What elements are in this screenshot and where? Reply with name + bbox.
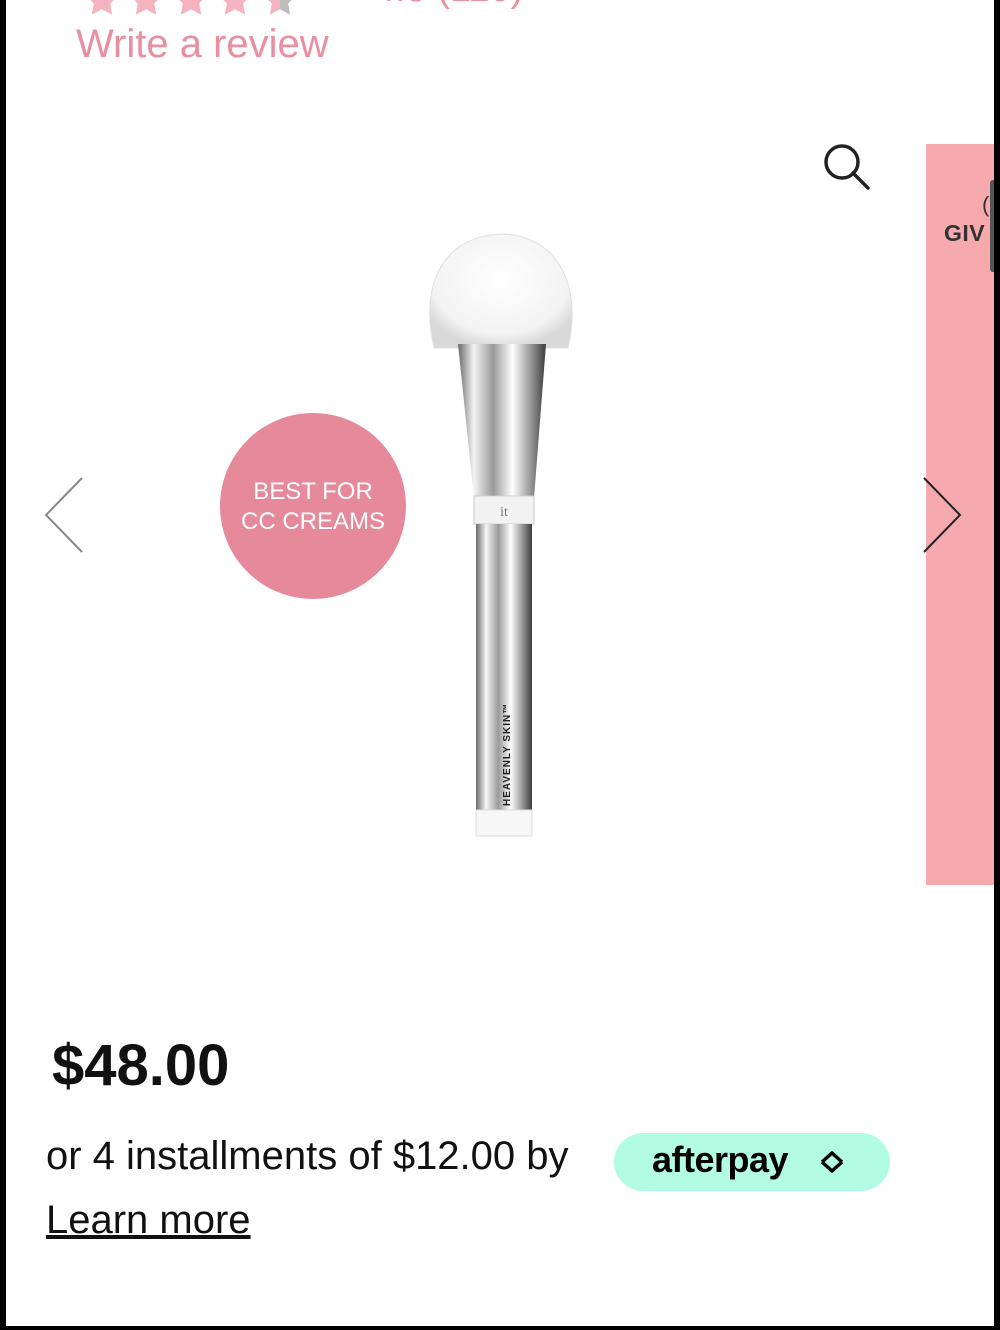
star-icon xyxy=(134,0,159,15)
installments-text: or 4 installments of $12.00 by xyxy=(46,1134,569,1178)
panel-mark: ( xyxy=(982,192,990,217)
product-page: 4.5 (110) Write a review ( GIV BEST FOR … xyxy=(6,0,994,1326)
badge-line-1: BEST FOR xyxy=(253,478,373,505)
best-for-badge: BEST FOR CC CREAMS xyxy=(220,413,406,599)
svg-text:it: it xyxy=(500,505,508,520)
star-icon xyxy=(90,0,114,15)
afterpay-arrows-icon xyxy=(820,1151,844,1173)
product-brush-image[interactable]: it HEAVENLY SKIN™ xyxy=(410,228,590,848)
chevron-left-icon[interactable] xyxy=(42,474,86,556)
panel-scroll-edge xyxy=(990,180,994,272)
learn-more-link[interactable]: Learn more xyxy=(46,1198,251,1243)
write-review-link[interactable]: Write a review xyxy=(76,22,329,67)
half-star-icon xyxy=(268,0,292,15)
brush-imprint: HEAVENLY SKIN™ xyxy=(502,703,513,806)
chevron-right-icon[interactable] xyxy=(920,474,964,556)
side-panel-label: GIV xyxy=(944,220,986,246)
afterpay-label: afterpay xyxy=(652,1139,789,1180)
star-icon xyxy=(223,0,247,15)
search-icon[interactable] xyxy=(820,140,872,192)
badge-line-2: CC CREAMS xyxy=(240,508,385,535)
rating-summary[interactable]: 4.5 (110) xyxy=(374,0,523,11)
product-price: $48.00 xyxy=(52,1033,230,1098)
afterpay-badge[interactable]: afterpay xyxy=(614,1133,890,1191)
star-icon xyxy=(179,0,203,15)
